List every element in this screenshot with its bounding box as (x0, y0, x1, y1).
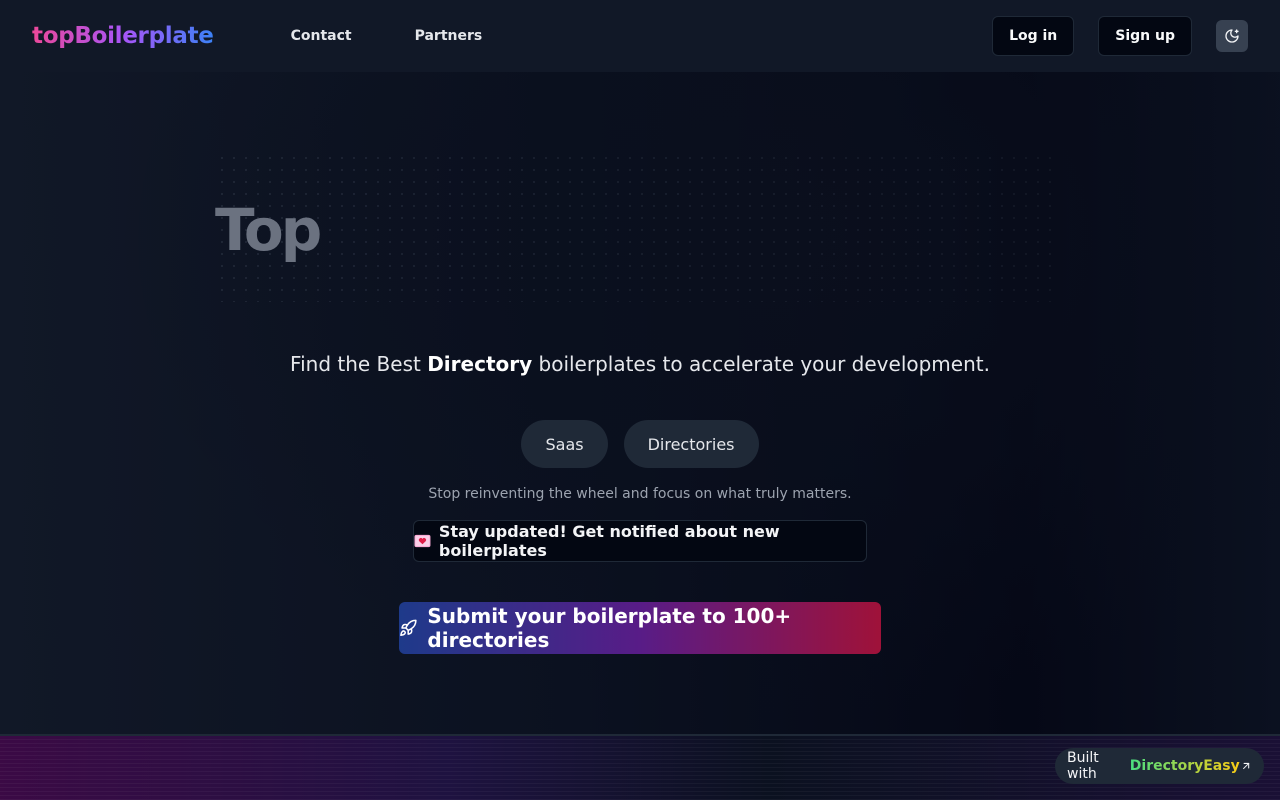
moon-icon (1225, 29, 1239, 43)
arrow-up-right-icon (1242, 762, 1249, 770)
site-logo[interactable]: topBoilerplate (32, 23, 214, 49)
hero-subtitle: Stop reinventing the wheel and focus on … (428, 486, 852, 502)
tagline-prefix: Find the Best (290, 352, 428, 376)
category-pill-directories[interactable]: Directories (623, 420, 759, 468)
signup-button[interactable]: Sign up (1098, 16, 1192, 56)
nav-link-partners[interactable]: Partners (415, 28, 483, 44)
category-pills: Saas Directories (0, 420, 1280, 468)
header-actions: Log in Sign up (992, 16, 1248, 56)
notify-label: Stay updated! Get notified about new boi… (438, 522, 780, 560)
page-background (0, 0, 1280, 800)
hero-rotating-title: Top (215, 196, 322, 264)
site-header: topBoilerplate Contact Partners Log in S… (0, 0, 1280, 72)
submit-label: Submit your boilerplate to 100+ director… (427, 604, 792, 652)
category-pill-saas[interactable]: Saas (521, 420, 608, 468)
tagline-highlight: Directory (427, 352, 533, 376)
hero-tagline: Find the Best Directory boilerplates to … (0, 352, 1280, 376)
dot-grid-backdrop (216, 152, 1056, 302)
submit-boilerplate-button[interactable]: Submit your boilerplate to 100+ director… (399, 602, 881, 654)
love-letter-icon (414, 534, 431, 548)
main-nav: Contact Partners (291, 28, 483, 44)
built-with-prefix: Built with (1067, 750, 1099, 782)
notify-button[interactable]: Stay updated! Get notified about new boi… (413, 520, 867, 562)
built-with-brand: DirectoryEasy (1129, 758, 1240, 774)
rocket-icon (400, 619, 417, 637)
built-with-badge[interactable]: Built with DirectoryEasy (1055, 748, 1264, 784)
tagline-suffix: boilerplates to accelerate your developm… (532, 352, 990, 376)
theme-toggle-button[interactable] (1216, 20, 1248, 52)
login-button[interactable]: Log in (992, 16, 1075, 56)
nav-link-contact[interactable]: Contact (291, 28, 352, 44)
